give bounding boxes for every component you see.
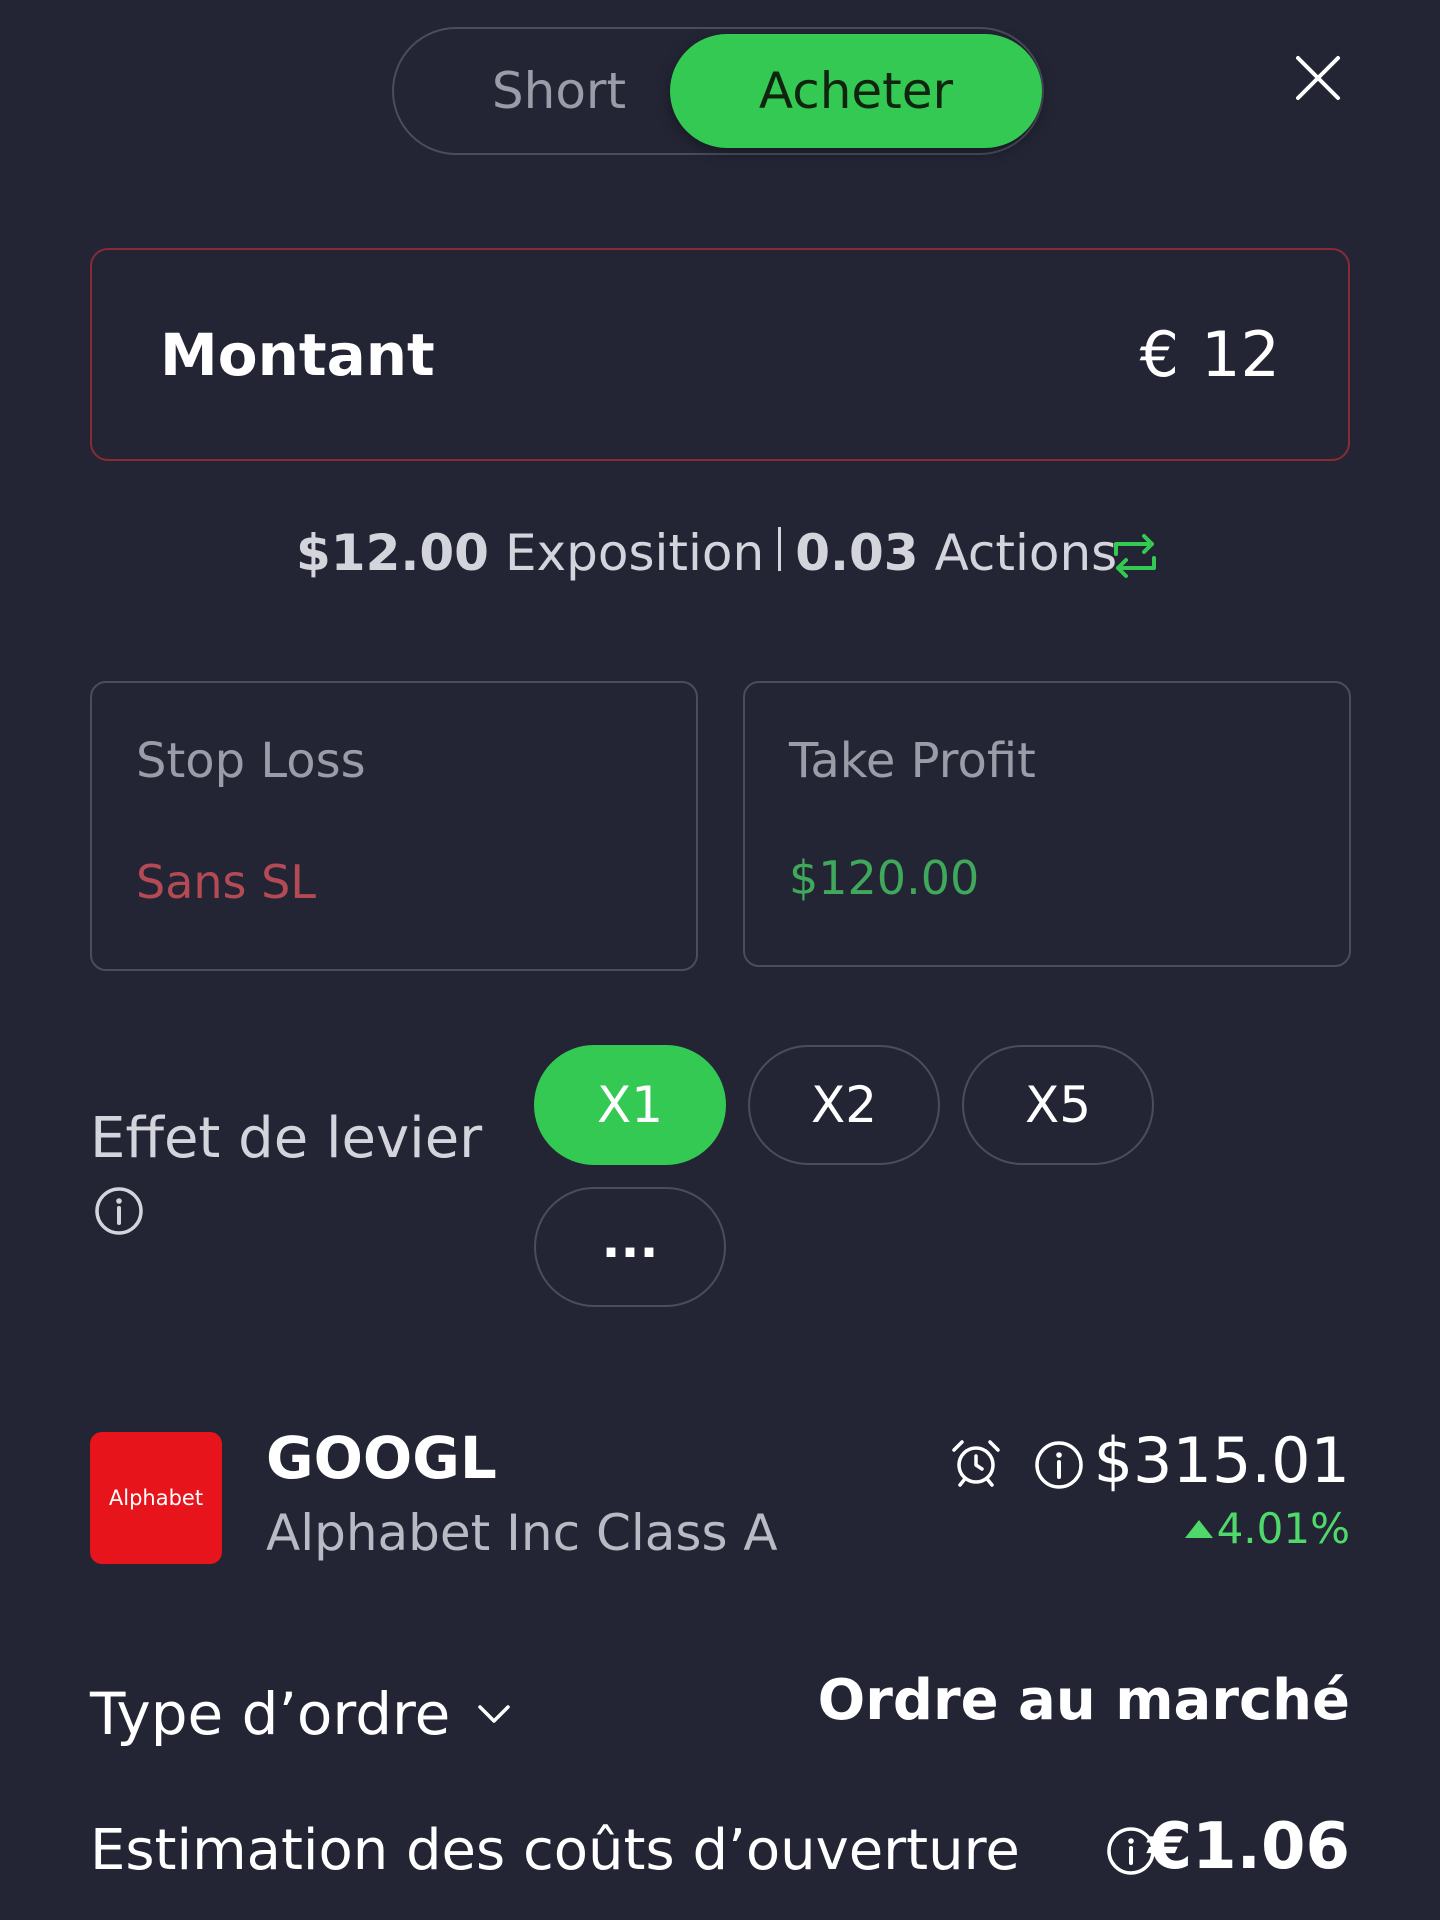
leverage-label: Effet de levier bbox=[90, 1106, 483, 1171]
exposure-label: Exposition bbox=[504, 524, 765, 582]
close-icon[interactable] bbox=[1292, 52, 1344, 104]
company-name: Alphabet Inc Class A bbox=[266, 1504, 778, 1562]
leverage-x5-button[interactable]: X5 bbox=[962, 1045, 1154, 1165]
info-icon[interactable] bbox=[94, 1186, 144, 1236]
up-arrow-icon bbox=[1184, 1519, 1213, 1538]
amount-label: Montant bbox=[160, 320, 435, 389]
side-toggle: Short Acheter bbox=[392, 27, 1044, 155]
alarm-icon[interactable] bbox=[950, 1438, 1002, 1488]
price-change: 4.01% bbox=[1184, 1504, 1350, 1553]
order-type-label: Type d’ordre bbox=[90, 1680, 451, 1748]
take-profit-card[interactable]: Take Profit $120.00 bbox=[743, 681, 1351, 967]
stock-price: $315.01 bbox=[1093, 1424, 1350, 1497]
stock-info-icon[interactable] bbox=[1034, 1440, 1084, 1490]
exposure-summary: $12.00 Exposition 0.03 Actions bbox=[296, 518, 1117, 588]
price-change-value: 4.01% bbox=[1216, 1504, 1350, 1553]
swap-icon[interactable] bbox=[1110, 530, 1160, 582]
opening-costs-value: €1.06 bbox=[1147, 1810, 1350, 1884]
chevron-down-icon bbox=[478, 1705, 511, 1723]
order-type-value: Ordre au marché bbox=[817, 1668, 1350, 1733]
exposure-value: $12.00 bbox=[296, 524, 489, 582]
amount-input-box[interactable]: Montant € 12 bbox=[90, 248, 1350, 461]
amount-number: 12 bbox=[1201, 318, 1280, 391]
take-profit-value: $120.00 bbox=[789, 851, 980, 905]
leverage-x2-button[interactable]: X2 bbox=[748, 1045, 940, 1165]
shares-value: 0.03 bbox=[795, 524, 919, 582]
company-logo: Alphabet bbox=[90, 1432, 222, 1564]
stop-loss-title: Stop Loss bbox=[136, 733, 366, 789]
order-type-dropdown[interactable]: Type d’ordre bbox=[90, 1680, 512, 1748]
leverage-more-button[interactable]: ... bbox=[534, 1187, 726, 1307]
amount-value[interactable]: € 12 bbox=[1140, 250, 1280, 459]
divider bbox=[778, 527, 782, 571]
buy-button[interactable]: Acheter bbox=[670, 34, 1042, 148]
take-profit-title: Take Profit bbox=[789, 733, 1036, 789]
opening-costs-label: Estimation des coûts d’ouverture bbox=[90, 1818, 1020, 1883]
leverage-x1-button[interactable]: X1 bbox=[534, 1045, 726, 1165]
currency-symbol: € bbox=[1139, 318, 1180, 391]
shares-label: Actions bbox=[934, 524, 1118, 582]
stock-ticker: GOOGL bbox=[266, 1424, 497, 1492]
stop-loss-card[interactable]: Stop Loss Sans SL bbox=[90, 681, 698, 971]
stop-loss-value: Sans SL bbox=[136, 855, 316, 909]
